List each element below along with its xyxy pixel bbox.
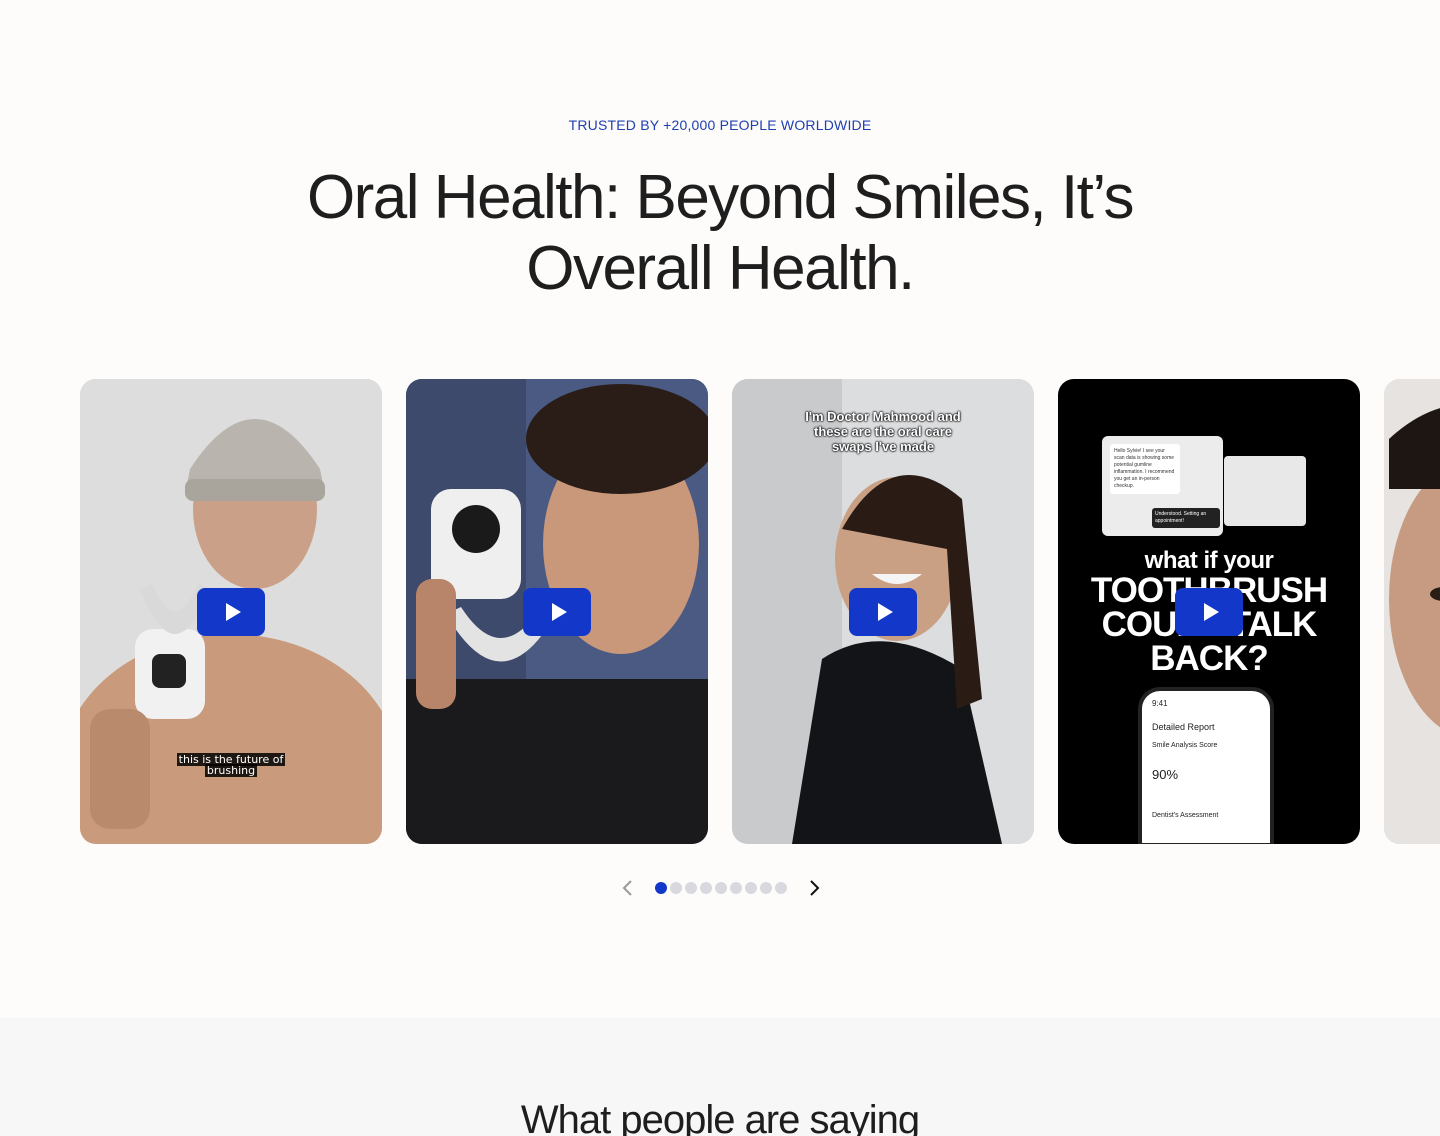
- video-carousel: this is the future of brushing I'm Docto…: [80, 379, 1440, 844]
- phone-mockup: 9:41 Detailed Report Smile Analysis Scor…: [1138, 687, 1274, 844]
- video-overlay-text: I'm Doctor Mahmood and these are the ora…: [805, 409, 961, 454]
- play-icon: [877, 602, 893, 621]
- carousel-pagination: [618, 876, 822, 900]
- pagination-dot[interactable]: [700, 882, 712, 894]
- pagination-dots: [655, 882, 787, 894]
- play-button[interactable]: [849, 587, 917, 636]
- eyebrow-label: TRUSTED BY +20,000 PEOPLE WORLDWIDE: [568, 117, 872, 133]
- pagination-dot[interactable]: [730, 882, 742, 894]
- play-button[interactable]: [197, 587, 265, 636]
- video-card-5[interactable]: [1384, 379, 1440, 844]
- page-headline: Oral Health: Beyond Smiles, It’s Overall…: [0, 162, 1440, 304]
- pagination-dot[interactable]: [760, 882, 772, 894]
- video-card-1[interactable]: this is the future of brushing: [80, 379, 382, 844]
- chat-message: Hello Sylvie! I see your scan data is sh…: [1110, 444, 1180, 494]
- headline-line-2: Overall Health.: [526, 234, 915, 303]
- video-card-3[interactable]: I'm Doctor Mahmood and these are the ora…: [732, 379, 1034, 844]
- pagination-dot[interactable]: [745, 882, 757, 894]
- pagination-dot[interactable]: [775, 882, 787, 894]
- pagination-dot[interactable]: [655, 882, 667, 894]
- phone-time: 9:41: [1152, 699, 1168, 708]
- video-thumbnail: [1384, 379, 1440, 844]
- next-button[interactable]: [804, 876, 824, 900]
- phone-footer-text: Dentist's Assessment: [1152, 812, 1219, 819]
- play-icon: [551, 602, 567, 621]
- play-icon: [225, 602, 241, 621]
- phone-report-subtitle: Smile Analysis Score: [1152, 742, 1218, 749]
- chat-reply: Understood. Setting an appointment!: [1152, 508, 1220, 528]
- video-card-2[interactable]: [406, 379, 708, 844]
- play-icon: [1203, 602, 1219, 621]
- scan-image: [1224, 456, 1306, 526]
- pagination-dot[interactable]: [670, 882, 682, 894]
- phone-report-title: Detailed Report: [1152, 722, 1215, 732]
- chevron-left-icon: [622, 880, 632, 896]
- testimonials-section: What people are saying: [0, 1018, 1440, 1136]
- chat-panel: Hello Sylvie! I see your scan data is sh…: [1102, 436, 1223, 536]
- play-button[interactable]: [523, 587, 591, 636]
- previous-button[interactable]: [618, 876, 638, 900]
- headline-line-1: Oral Health: Beyond Smiles, It’s: [306, 163, 1135, 232]
- play-button[interactable]: [1175, 587, 1243, 636]
- section-title: What people are saying: [520, 1098, 920, 1136]
- pagination-dot[interactable]: [715, 882, 727, 894]
- video-caption: this is the future of brushing: [176, 753, 286, 777]
- phone-score: 90%: [1152, 767, 1179, 782]
- chevron-right-icon: [810, 880, 820, 896]
- pagination-dot[interactable]: [685, 882, 697, 894]
- video-card-4[interactable]: Hello Sylvie! I see your scan data is sh…: [1058, 379, 1360, 844]
